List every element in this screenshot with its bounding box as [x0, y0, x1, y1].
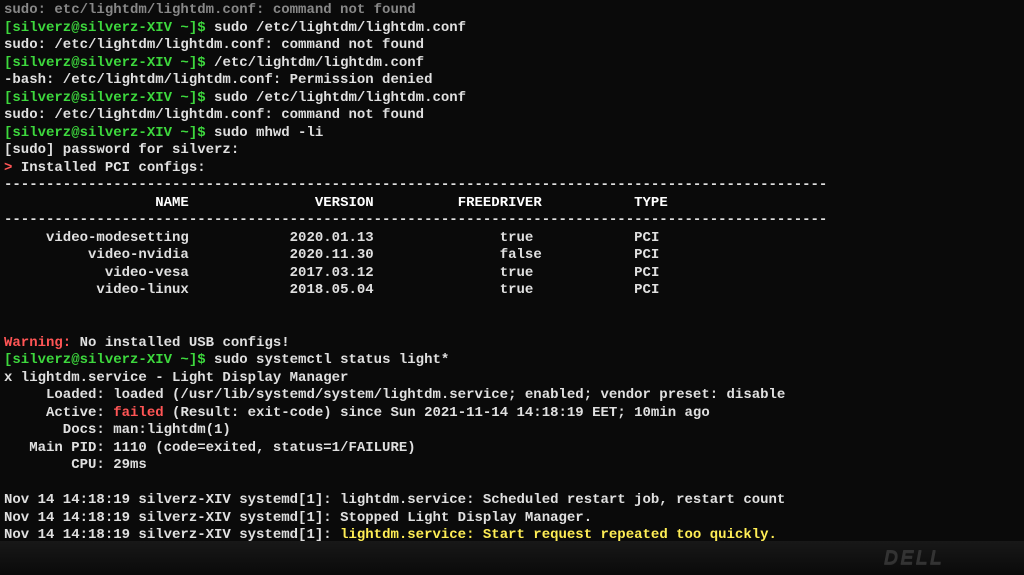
output-line: sudo: /etc/lightdm/lightdm.conf: command…	[4, 37, 1020, 55]
cell-version: 2017.03.12	[189, 265, 374, 281]
col-name: NAME	[4, 195, 189, 211]
blank-line	[4, 300, 1020, 318]
table-row: video-linux 2018.05.04 true PCI	[4, 282, 1020, 300]
service-mainpid: Main PID: 1110 (code=exited, status=1/FA…	[4, 440, 1020, 458]
active-info: (Result: exit-code) since Sun 2021-11-14…	[164, 405, 710, 421]
command-text: sudo mhwd -li	[206, 125, 324, 141]
cell-type: PCI	[533, 230, 659, 246]
log-line: Nov 14 14:18:19 silverz-XIV systemd[1]: …	[4, 510, 1020, 528]
col-freedriver: FREEDRIVER	[374, 195, 542, 211]
cell-version: 2020.11.30	[189, 247, 374, 263]
log-message: Stopped Light Display Manager.	[340, 510, 592, 526]
table-header: NAME VERSION FREEDRIVER TYPE	[4, 195, 1020, 213]
separator: ----------------------------------------…	[4, 177, 1020, 195]
monitor-bezel	[0, 541, 1024, 575]
output-line: > Installed PCI configs:	[4, 160, 1020, 178]
output-line: -bash: /etc/lightdm/lightdm.conf: Permis…	[4, 72, 1020, 90]
cell-freedriver: false	[374, 247, 542, 263]
terminal-output[interactable]: sudo: etc/lightdm/lightdm.conf: command …	[0, 0, 1024, 575]
section-title: Installed PCI configs:	[21, 160, 206, 176]
cell-name: video-nvidia	[4, 247, 189, 263]
service-active: Active: failed (Result: exit-code) since…	[4, 405, 1020, 423]
cell-type: PCI	[533, 265, 659, 281]
blank-line	[4, 317, 1020, 335]
warning-text: No installed USB configs!	[71, 335, 289, 351]
cell-name: video-modesetting	[4, 230, 189, 246]
cell-version: 2020.01.13	[189, 230, 374, 246]
table-row: video-vesa 2017.03.12 true PCI	[4, 265, 1020, 283]
output-line: sudo: etc/lightdm/lightdm.conf: command …	[4, 2, 1020, 20]
table-row: video-modesetting 2020.01.13 true PCI	[4, 230, 1020, 248]
prompt-line: [silverz@silverz-XIV ~]$ sudo /etc/light…	[4, 90, 1020, 108]
output-line: [sudo] password for silverz:	[4, 142, 1020, 160]
service-loaded: Loaded: loaded (/usr/lib/systemd/system/…	[4, 387, 1020, 405]
shell-prompt: [silverz@silverz-XIV ~]$	[4, 55, 206, 71]
command-text: /etc/lightdm/lightdm.conf	[206, 55, 424, 71]
warning-label: Warning:	[4, 335, 71, 351]
cell-freedriver: true	[374, 230, 534, 246]
blank-line	[4, 475, 1020, 493]
prompt-line: [silverz@silverz-XIV ~]$ sudo systemctl …	[4, 352, 1020, 370]
command-text: sudo systemctl status light*	[206, 352, 450, 368]
output-line: sudo: /etc/lightdm/lightdm.conf: command…	[4, 107, 1020, 125]
cell-freedriver: true	[374, 282, 534, 298]
shell-prompt: [silverz@silverz-XIV ~]$	[4, 125, 206, 141]
cell-name: video-vesa	[4, 265, 189, 281]
service-header: x lightdm.service - Light Display Manage…	[4, 370, 1020, 388]
failed-status: failed	[113, 405, 163, 421]
log-line: Nov 14 14:18:19 silverz-XIV systemd[1]: …	[4, 492, 1020, 510]
cell-freedriver: true	[374, 265, 534, 281]
prompt-line: [silverz@silverz-XIV ~]$ sudo mhwd -li	[4, 125, 1020, 143]
cell-version: 2018.05.04	[189, 282, 374, 298]
service-cpu: CPU: 29ms	[4, 457, 1020, 475]
cell-name: video-linux	[4, 282, 189, 298]
prompt-line: [silverz@silverz-XIV ~]$ /etc/lightdm/li…	[4, 55, 1020, 73]
cell-type: PCI	[542, 247, 660, 263]
command-text: sudo /etc/lightdm/lightdm.conf	[206, 20, 466, 36]
col-version: VERSION	[189, 195, 374, 211]
shell-prompt: [silverz@silverz-XIV ~]$	[4, 20, 206, 36]
service-docs: Docs: man:lightdm(1)	[4, 422, 1020, 440]
shell-prompt: [silverz@silverz-XIV ~]$	[4, 352, 206, 368]
marker-arrow: >	[4, 160, 21, 176]
prompt-line: [silverz@silverz-XIV ~]$ sudo /etc/light…	[4, 20, 1020, 38]
warning-line: Warning: No installed USB configs!	[4, 335, 1020, 353]
table-row: video-nvidia 2020.11.30 false PCI	[4, 247, 1020, 265]
cell-type: PCI	[533, 282, 659, 298]
active-label: Active:	[4, 405, 113, 421]
command-text: sudo /etc/lightdm/lightdm.conf	[206, 90, 466, 106]
shell-prompt: [silverz@silverz-XIV ~]$	[4, 90, 206, 106]
separator: ----------------------------------------…	[4, 212, 1020, 230]
col-type: TYPE	[542, 195, 668, 211]
dell-logo: DELL	[884, 546, 944, 571]
log-prefix: Nov 14 14:18:19 silverz-XIV systemd[1]:	[4, 510, 340, 526]
